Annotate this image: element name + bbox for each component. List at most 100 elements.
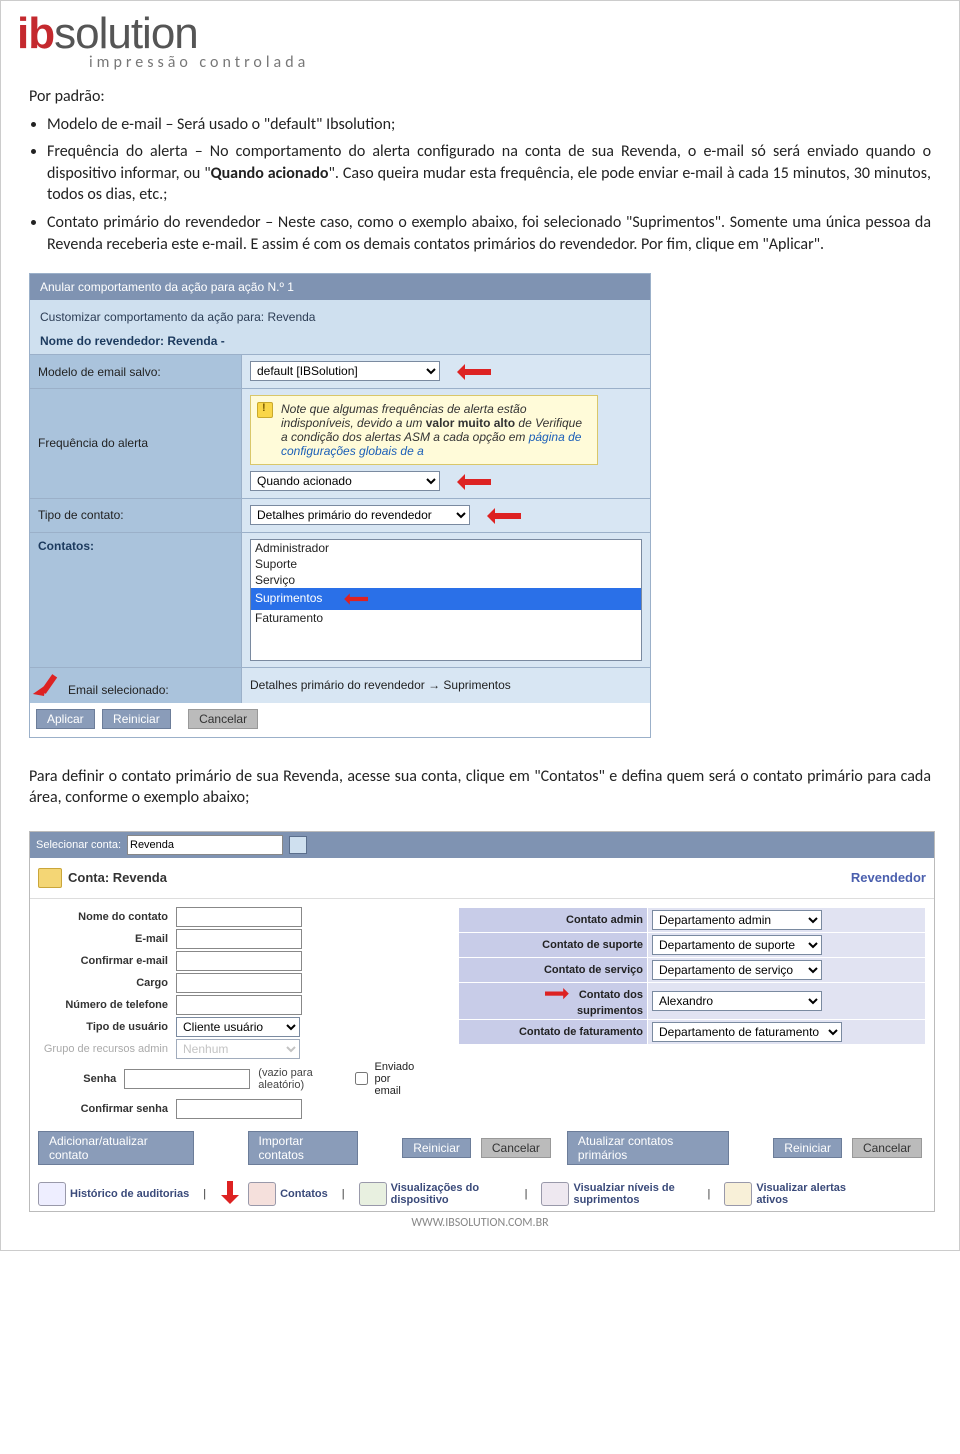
reset-button-2[interactable]: Reiniciar [773,1138,842,1158]
tipo-usuario-label: Tipo de usuário [38,1021,176,1033]
senha-note: (vazio para aleatório) [258,1067,320,1091]
account-role: Revendedor [851,870,926,885]
panel-subtitle: Customizar comportamento da ação para: R… [30,300,650,328]
suprimentos-select[interactable]: Alexandro [652,991,822,1011]
telefone-input[interactable] [176,995,302,1015]
nome-input[interactable] [176,907,302,927]
heading-por-padrao: Por padrão: [29,86,931,108]
tipo-usuario-select[interactable]: Cliente usuário [176,1017,300,1037]
freq-label: Frequência do alerta [30,388,242,498]
cancel-button-2[interactable]: Cancelar [852,1138,922,1158]
list-item[interactable]: Administrador [251,540,641,556]
type-select[interactable]: Detalhes primário do revendedor [250,505,470,525]
list-item[interactable]: Faturamento [251,610,641,626]
model-select[interactable]: default [IBSolution] [250,361,440,381]
logo-solution: solution [54,9,198,58]
apply-button[interactable]: Aplicar [36,709,95,729]
faturamento-label: Contato de faturamento [459,1019,648,1044]
suporte-label: Contato de suporte [459,932,648,957]
add-contact-button[interactable]: Adicionar/atualizar contato [38,1131,194,1165]
account-name: Conta: Revenda [68,870,167,885]
bullet-frequencia: Frequência do alerta – No comportamento … [47,141,931,206]
footer-url: WWW.IBSOLUTION.COM.BR [1,1216,959,1230]
nome-label: Nome do contato [38,911,176,923]
arrow-icon [220,1181,240,1207]
type-label: Tipo de contato: [30,498,242,532]
intro-text: Por padrão: Modelo de e-mail – Será usad… [1,76,959,255]
grupo-select: Nenhum [176,1039,300,1059]
model-label: Modelo de email salvo: [30,355,242,389]
list-item[interactable]: Suporte [251,556,641,572]
contacts-icon [248,1182,276,1206]
alerts-icon [724,1182,752,1206]
confirm-email-label: Confirmar e-mail [38,955,176,967]
cancel-button[interactable]: Cancelar [188,709,258,729]
bullet-contato: Contato primário do revendedor – Neste c… [47,212,931,255]
select-account-input[interactable] [127,835,283,855]
list-item-selected[interactable]: Suprimentos [251,588,641,610]
contacts-listbox[interactable]: Administrador Suporte Serviço Suprimento… [250,539,642,661]
supplies-icon [541,1182,569,1206]
page-header: ibsolution impressão controlada [1,1,959,76]
confirm-email-input[interactable] [176,951,302,971]
email-input[interactable] [176,929,302,949]
folder-icon [38,868,62,888]
confirm-senha-label: Confirmar senha [38,1103,176,1115]
instruction-text: Para definir o contato primário de sua R… [1,738,959,809]
import-button[interactable]: Importar contatos [248,1131,358,1165]
reset-button[interactable]: Reiniciar [102,709,171,729]
nav-suprimentos[interactable]: Visualziar níveis de suprimentos [541,1182,693,1206]
suporte-select[interactable]: Departamento de suporte [652,935,822,955]
action-panel: Anular comportamento da ação para ação N… [29,273,651,737]
senha-chk-label: Enviado por email [375,1061,418,1097]
confirm-senha-input[interactable] [176,1099,302,1119]
cancel-button[interactable]: Cancelar [481,1138,551,1158]
account-row: Conta: Revenda Revendedor [30,858,934,899]
device-icon [359,1182,387,1206]
warning-note: Note que algumas frequências de alerta e… [250,395,598,465]
bullet-modelo: Modelo de e-mail – Será usado o "default… [47,114,931,136]
admin-label: Contato admin [459,907,648,932]
arrow-icon [38,674,68,694]
arrow-icon [451,472,491,492]
senha-email-checkbox[interactable] [355,1072,368,1085]
reseller-name-label: Nome do revendedor: Revenda - [30,328,650,354]
suprimentos-label: Contato dos suprimentos [459,982,648,1019]
cargo-label: Cargo [38,977,176,989]
lookup-icon[interactable] [289,836,307,854]
telefone-label: Número de telefone [38,999,176,1011]
reset-button[interactable]: Reiniciar [402,1138,471,1158]
nav-dispositivo[interactable]: Visualizações do dispositivo [359,1182,511,1206]
logo: ibsolution [17,9,943,59]
arrow-icon [545,986,573,1000]
footer-nav: Histórico de auditorias | Contatos | Vis… [30,1171,934,1211]
arrow-icon [481,506,521,526]
panel-title: Anular comportamento da ação para ação N… [30,274,650,300]
freq-select[interactable]: Quando acionado [250,471,440,491]
servico-select[interactable]: Departamento de serviço [652,960,822,980]
nav-contatos[interactable]: Contatos [248,1182,328,1206]
senha-input[interactable] [124,1069,250,1089]
logo-ib: ib [17,9,54,58]
audit-icon [38,1182,66,1206]
account-panel: Selecionar conta: Conta: Revenda Revende… [29,831,935,1212]
nav-alertas[interactable]: Visualizar alertas ativos [724,1182,876,1206]
nav-auditorias[interactable]: Histórico de auditorias [38,1182,189,1206]
email-label: E-mail [38,933,176,945]
cargo-input[interactable] [176,973,302,993]
admin-select[interactable]: Departamento admin [652,910,822,930]
select-account-label: Selecionar conta: [36,839,121,851]
select-account-bar: Selecionar conta: [30,832,934,858]
primary-contacts-table: Contato adminDepartamento admin Contato … [458,907,926,1121]
servico-label: Contato de serviço [459,957,648,982]
warning-icon [257,402,273,418]
logo-tagline: impressão controlada [17,53,943,72]
update-primary-button[interactable]: Atualizar contatos primários [567,1131,729,1165]
senha-label: Senha [38,1073,124,1085]
faturamento-select[interactable]: Departamento de faturamento [652,1022,842,1042]
contact-form: Nome do contato E-mail Confirmar e-mail … [38,907,418,1121]
email-selected-label: Email selecionado: [30,667,242,703]
arrow-icon [340,592,368,606]
list-item[interactable]: Serviço [251,572,641,588]
contacts-label: Contatos: [30,532,242,667]
